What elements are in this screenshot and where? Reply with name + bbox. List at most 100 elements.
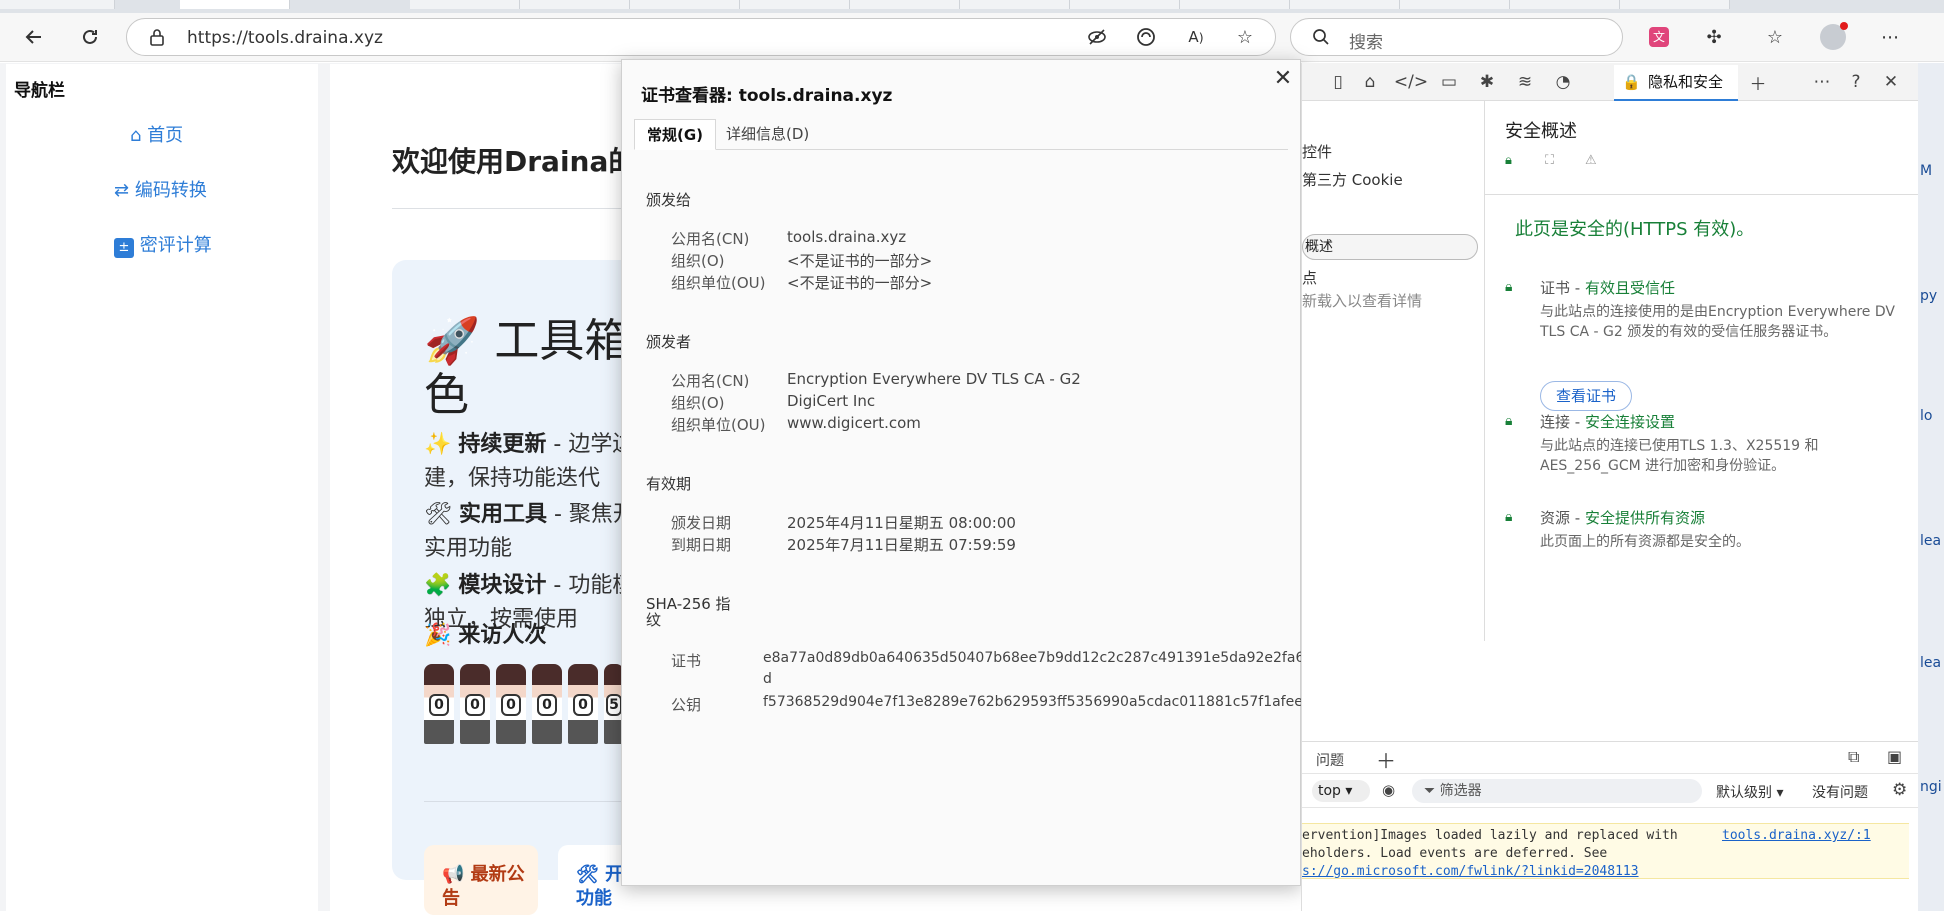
desktop-edge: M py lo lea lea ngi	[1918, 63, 1944, 911]
browser-tab[interactable]	[1400, 0, 1510, 9]
search-icon	[1307, 23, 1335, 51]
more-icon[interactable]: ⋯	[1808, 68, 1836, 96]
refresh-icon[interactable]	[76, 23, 104, 51]
read-aloud-icon[interactable]: A)	[1182, 23, 1210, 51]
view-certificate-button[interactable]: 查看证书	[1540, 381, 1632, 411]
sidebar-nav: 导航栏 ⌂ 首页 ⇄ 编码转换 ± 密评计算	[6, 64, 318, 911]
tab-details[interactable]: 详细信息(D)	[714, 119, 821, 150]
browser-tab[interactable]	[1180, 0, 1290, 9]
calculator-icon: ±	[114, 238, 134, 258]
nav-item-home[interactable]: ⌂ 首页	[130, 121, 183, 147]
section-issued-to: 颁发给	[646, 191, 692, 209]
search-placeholder[interactable]: 搜索	[1349, 28, 1383, 53]
secure-message: 此页是安全的(HTTPS 有效)。	[1515, 219, 1755, 240]
expand-icon[interactable]: ⛶	[1545, 153, 1554, 168]
tab-privacy-security[interactable]: 🔒 隐私和安全	[1614, 65, 1738, 101]
performance-icon[interactable]: ◔	[1549, 68, 1577, 96]
eye-icon[interactable]: ◉	[1382, 781, 1395, 799]
favorites-icon[interactable]: ☆	[1761, 23, 1789, 51]
source-link[interactable]: tools.draina.xyz/:1	[1722, 827, 1871, 845]
close-icon[interactable]: ✕	[1271, 68, 1295, 92]
favorite-icon[interactable]: ☆	[1231, 23, 1259, 51]
browser-tab[interactable]	[960, 0, 1070, 9]
field-label: 组织单位(OU)	[671, 416, 766, 434]
certificate-viewer-dialog: 证书查看器: tools.draina.xyz ✕ 常规(G) 详细信息(D) …	[621, 59, 1313, 886]
announce-card[interactable]: 📢 最新公告	[424, 845, 538, 915]
field-value: 2025年7月11日星期五 07:59:59	[787, 536, 1016, 554]
devtools-panel: ▯ ⌂ </> ▭ ✱ ≋ ◔ 🔒 隐私和安全 ＋ ⋯ ? ✕ 控件 第三方 C…	[1301, 63, 1920, 911]
warning-icon[interactable]: ⚠	[1585, 153, 1597, 168]
browser-tab[interactable]	[1070, 0, 1180, 9]
address-bar[interactable]: https://tools.draina.xyz A) ☆	[126, 18, 1276, 56]
nav-item-encoding[interactable]: ⇄ 编码转换	[114, 176, 207, 202]
undock-icon[interactable]: ⧉	[1848, 747, 1859, 767]
browser-tab-active[interactable]	[180, 0, 290, 9]
network-icon[interactable]: ≋	[1511, 68, 1539, 96]
profile-icon[interactable]	[1819, 22, 1848, 51]
field-value: <不是证书的一部分>	[787, 252, 933, 270]
sidebar-item-overview[interactable]: 概述	[1302, 234, 1478, 260]
back-icon[interactable]	[20, 23, 48, 51]
tab-issues[interactable]: 问题	[1316, 750, 1344, 770]
immersive-icon[interactable]	[1132, 23, 1160, 51]
doc-link[interactable]: s://go.microsoft.com/fwlink/?linkid=2048…	[1302, 863, 1909, 881]
connection-row-title: 连接 - 安全连接设置	[1540, 413, 1675, 431]
level-select[interactable]: 默认级别 ▾	[1716, 782, 1783, 802]
elements-icon[interactable]: </>	[1394, 68, 1428, 96]
lock-icon[interactable]: 🔒︎	[1505, 153, 1512, 168]
tab-general[interactable]: 常规(G)	[634, 119, 717, 150]
translate-icon[interactable]: 文	[1645, 23, 1673, 51]
tab-strip	[0, 0, 1944, 13]
devtools-toolbar: ▯ ⌂ </> ▭ ✱ ≋ ◔ 🔒 隐私和安全 ＋ ⋯ ? ✕	[1302, 63, 1919, 101]
console-filter-input[interactable]: ⏷ 筛选器	[1412, 779, 1702, 803]
visit-counter: 0 0 0 0 0 5	[424, 664, 624, 744]
sidebar-item-third-party-cookie[interactable]: 第三方 Cookie	[1302, 169, 1403, 190]
feature-item: ✨ 持续更新 - 边学边 建，保持功能迭代	[424, 432, 635, 491]
more-icon[interactable]: ⋯	[1876, 23, 1904, 51]
browser-tab[interactable]	[1620, 0, 1730, 9]
field-value: www.digicert.com	[787, 414, 921, 432]
welcome-home-icon[interactable]: ⌂	[1356, 68, 1384, 96]
cert-row-desc: 与此站点的连接使用的是由Encryption Everywhere DV TLS…	[1540, 304, 1895, 340]
browser-tab[interactable]	[0, 0, 115, 9]
browser-tab[interactable]	[410, 0, 520, 9]
sidebar-item-controls[interactable]: 控件	[1302, 141, 1332, 162]
reload-hint: 新载入以查看详情	[1302, 292, 1423, 310]
console-icon[interactable]: ▭	[1435, 68, 1463, 96]
browser-tab[interactable]	[520, 0, 630, 9]
add-tab-icon[interactable]: ＋	[1376, 745, 1396, 774]
counter-digit: 5	[606, 694, 622, 716]
nav-item-crypto-calc[interactable]: ± 密评计算	[114, 231, 212, 258]
drawer-icon[interactable]: ▣	[1887, 747, 1902, 766]
dialog-tabs: 常规(G) 详细信息(D)	[634, 119, 1288, 150]
browser-tab[interactable]	[850, 0, 960, 9]
privacy-icon: 🔒	[1622, 73, 1641, 91]
search-box[interactable]: 搜索	[1290, 18, 1623, 56]
context-select[interactable]: top ▾	[1312, 780, 1370, 802]
console-filter-bar: top ▾ ◉ ⏷ 筛选器 默认级别 ▾ 没有问题 ⚙	[1302, 774, 1919, 808]
url-text[interactable]: https://tools.draina.xyz	[187, 28, 383, 48]
add-tab-icon[interactable]: ＋	[1744, 68, 1772, 96]
field-label: 公钥	[671, 696, 702, 714]
browser-tab[interactable]	[1510, 0, 1620, 9]
close-icon[interactable]: ✕	[1877, 68, 1905, 96]
field-label: 组织(O)	[671, 394, 725, 412]
filter-icon: ⏷	[1424, 783, 1436, 799]
nav-title: 导航栏	[14, 81, 65, 101]
help-icon[interactable]: ?	[1842, 68, 1870, 96]
feature-item: 🛠 实用工具 - 聚焦开 实用功能	[424, 502, 635, 561]
dock-icon[interactable]: ▯	[1324, 68, 1352, 96]
gear-icon[interactable]: ⚙	[1892, 780, 1907, 800]
sidebar-item-origin[interactable]: 点	[1302, 267, 1317, 288]
sources-icon[interactable]: ✱	[1473, 68, 1501, 96]
extensions-icon[interactable]: ✣	[1700, 23, 1728, 51]
issues-count[interactable]: 没有问题	[1812, 782, 1868, 802]
browser-tab[interactable]	[630, 0, 740, 9]
browser-tab[interactable]	[740, 0, 850, 9]
section-fingerprint: SHA-256 指 纹	[646, 595, 731, 629]
feature-item-visits: 🎉 来访人次	[424, 623, 547, 648]
lock-icon[interactable]	[143, 23, 171, 51]
dialog-title: 证书查看器: tools.draina.xyz	[641, 86, 893, 106]
browser-tab[interactable]	[1290, 0, 1400, 9]
tracking-icon[interactable]	[1083, 23, 1111, 51]
